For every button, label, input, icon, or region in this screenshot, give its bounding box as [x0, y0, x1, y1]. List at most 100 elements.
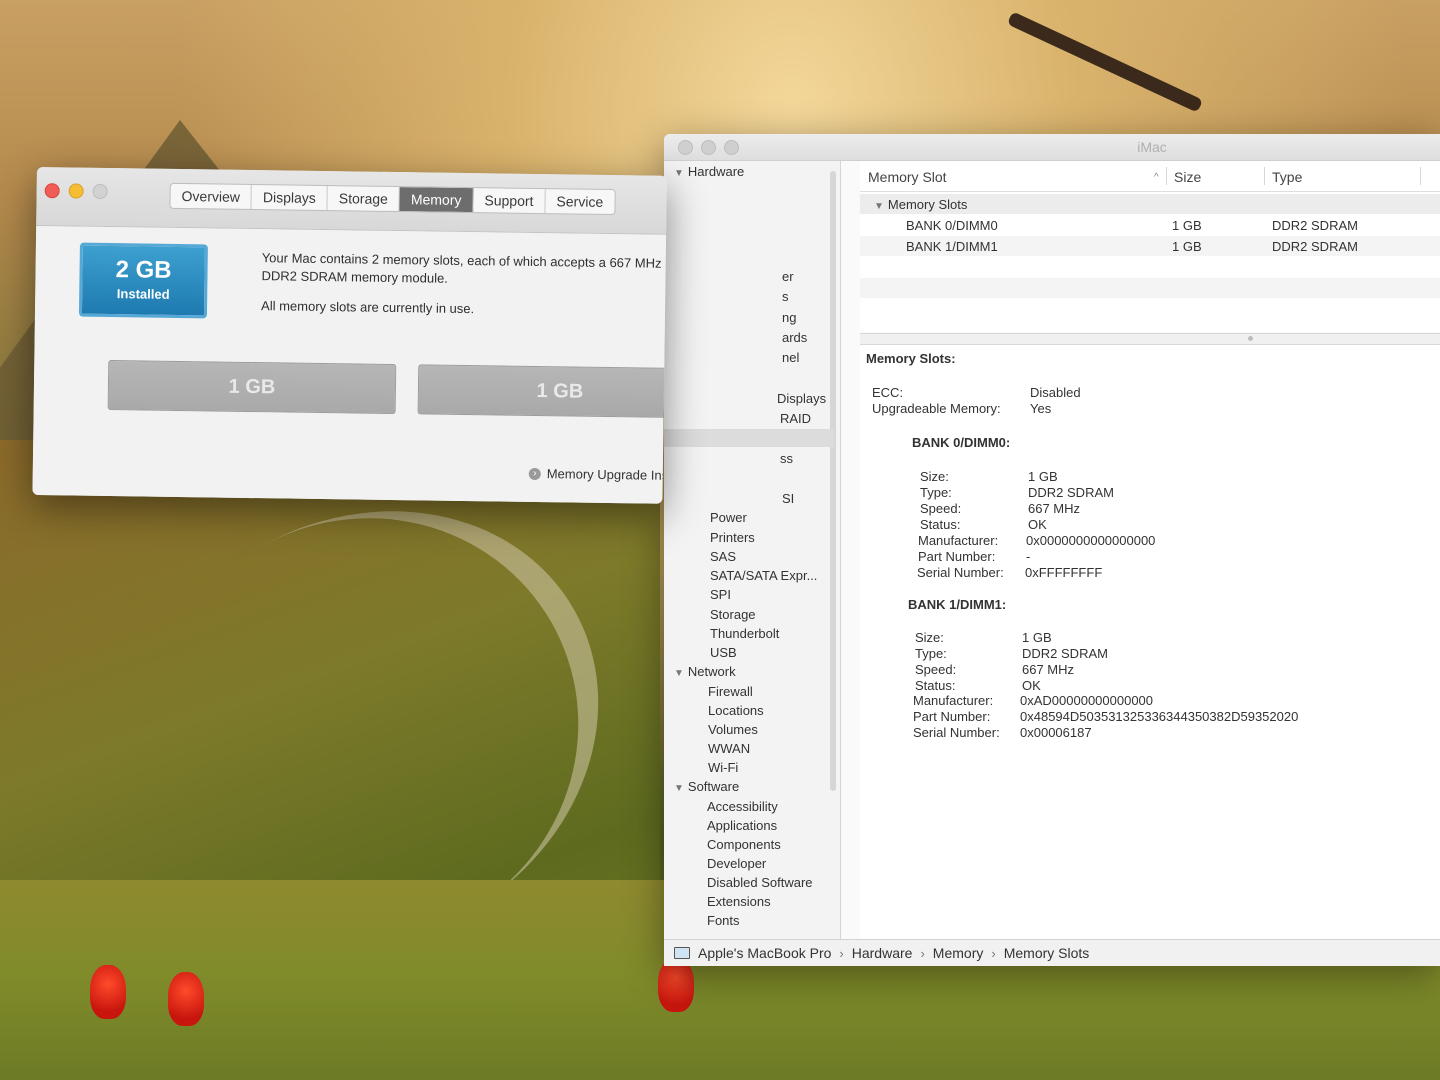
pane-splitter[interactable] — [860, 333, 1440, 345]
memory-slot-summary: Your Mac contains 2 memory slots, each o… — [261, 250, 662, 286]
sidebar-item-sata[interactable]: SATA/SATA Expr... — [710, 568, 817, 583]
memory-slot-1: 1 GB — [107, 360, 397, 415]
memory-installed-badge: 2 GB Installed — [78, 242, 208, 319]
bank-0-status: OK — [1028, 517, 1047, 532]
tab-service[interactable]: Service — [545, 189, 614, 214]
minimize-button[interactable] — [68, 183, 84, 199]
sidebar-item-wifi[interactable]: Wi-Fi — [708, 760, 738, 775]
tab-storage[interactable]: Storage — [327, 186, 401, 212]
upgradeable-value: Yes — [1030, 401, 1052, 416]
sidebar-item-wwan[interactable]: WWAN — [708, 741, 750, 756]
field-label: Size: — [920, 469, 949, 484]
sidebar-item-extensions[interactable]: Extensions — [707, 894, 771, 909]
column-divider[interactable] — [1420, 167, 1421, 185]
sidebar-item-thunderbolt[interactable]: Thunderbolt — [710, 626, 779, 641]
window-title: iMac — [1137, 139, 1167, 155]
arrow-right-circle-icon[interactable]: › — [528, 467, 541, 480]
column-divider[interactable] — [1264, 167, 1265, 185]
sidebar-item-spi[interactable]: SPI — [710, 587, 731, 602]
bank-0-speed: 667 MHz — [1028, 501, 1081, 516]
column-divider[interactable] — [1166, 167, 1167, 185]
bank-0-serial-number: 0xFFFFFFFF — [1025, 565, 1103, 580]
sidebar-item-disabled-software[interactable]: Disabled Software — [707, 875, 813, 890]
disclosure-triangle-icon[interactable]: ▼ — [674, 668, 684, 679]
sidebar-item[interactable]: er — [782, 269, 794, 284]
tab-displays[interactable]: Displays — [251, 185, 329, 211]
disclosure-triangle-icon[interactable]: ▼ — [674, 168, 684, 179]
field-label: Type: — [920, 485, 952, 500]
tab-memory[interactable]: Memory — [399, 187, 474, 213]
field-label: Manufacturer: — [913, 693, 994, 708]
wallpaper-branch — [1006, 11, 1204, 113]
sidebar-item-fonts[interactable]: Fonts — [707, 913, 740, 928]
sidebar-item[interactable]: nel — [782, 350, 799, 365]
wallpaper-flower — [168, 972, 204, 1026]
path-item[interactable]: Memory — [933, 945, 984, 961]
sidebar-group-network[interactable]: ▼ Network — [674, 664, 736, 679]
path-item[interactable]: Apple's MacBook Pro — [698, 945, 831, 961]
memory-upgrade-instructions-link[interactable]: › Memory Upgrade Instructions — [528, 466, 667, 484]
wallpaper-flower — [658, 958, 694, 1012]
sidebar-item-printers[interactable]: Printers — [710, 530, 755, 545]
sidebar-item[interactable]: s — [782, 289, 789, 304]
chevron-right-icon: › — [839, 945, 844, 961]
field-label: Serial Number: — [913, 725, 1000, 740]
table-group-row[interactable]: ▼ Memory Slots — [860, 194, 1440, 214]
system-information-window: iMac ▼ Hardware er s ng ards nel Displays… — [664, 134, 1440, 966]
zoom-button[interactable] — [92, 183, 108, 199]
column-header-type[interactable]: Type — [1272, 169, 1302, 185]
sidebar-item-components[interactable]: Components — [707, 837, 781, 852]
upgrade-link-label[interactable]: Memory Upgrade Instructions — [547, 466, 667, 483]
field-label: Serial Number: — [917, 565, 1004, 580]
splitter-handle[interactable] — [1248, 336, 1253, 341]
wallpaper-flower — [90, 965, 126, 1019]
sidebar-group-software[interactable]: ▼ Software — [674, 779, 739, 794]
ecc-value: Disabled — [1030, 385, 1081, 400]
sidebar-item-displays[interactable]: Displays — [777, 391, 826, 406]
sidebar-item[interactable]: SI — [782, 491, 794, 506]
table-row[interactable]: BANK 1/DIMM1 1 GB DDR2 SDRAM — [860, 236, 1440, 256]
sidebar-item-usb[interactable]: USB — [710, 645, 737, 660]
path-item[interactable]: Hardware — [852, 945, 913, 961]
sidebar-item[interactable]: ng — [782, 310, 796, 325]
sidebar-scrollbar[interactable] — [830, 171, 836, 791]
sidebar-item-developer[interactable]: Developer — [707, 856, 766, 871]
sidebar-group-hardware[interactable]: ▼ Hardware — [674, 164, 744, 179]
bank-1-status: OK — [1022, 678, 1041, 693]
bank-1-speed: 667 MHz — [1022, 662, 1075, 677]
sidebar-item-accessibility[interactable]: Accessibility — [707, 799, 778, 814]
sidebar-item[interactable]: ss — [780, 451, 793, 466]
tab-overview[interactable]: Overview — [170, 183, 253, 210]
field-label: Status: — [920, 517, 961, 532]
sidebar-item-volumes[interactable]: Volumes — [708, 722, 758, 737]
about-titlebar[interactable]: Overview Displays Storage Memory Support… — [36, 167, 667, 235]
cell-slot: BANK 1/DIMM1 — [906, 239, 998, 254]
sidebar-item-storage[interactable]: Storage — [710, 607, 756, 622]
column-header-size[interactable]: Size — [1174, 169, 1201, 185]
bank-0-heading: BANK 0/DIMM0: — [912, 435, 1011, 450]
sysinfo-titlebar[interactable]: iMac — [664, 134, 1440, 161]
chevron-right-icon: › — [991, 945, 996, 961]
column-header-memory-slot[interactable]: Memory Slot — [868, 169, 947, 185]
empty-row — [860, 299, 1440, 319]
disclosure-triangle-icon[interactable]: ▼ — [674, 783, 684, 794]
sidebar-item[interactable]: ards — [782, 330, 807, 345]
memory-slot-table: ▼ Memory Slots BANK 0/DIMM0 1 GB DDR2 SDR… — [860, 192, 1440, 332]
sidebar-item-firewall[interactable]: Firewall — [708, 684, 753, 699]
disclosure-triangle-icon[interactable]: ▼ — [874, 201, 884, 212]
window-controls — [44, 183, 108, 199]
memory-slot-usage: All memory slots are currently in use. — [260, 298, 475, 317]
table-row[interactable]: BANK 0/DIMM0 1 GB DDR2 SDRAM — [860, 215, 1440, 235]
sysinfo-sidebar: ▼ Hardware er s ng ards nel Displays RAID… — [664, 161, 841, 940]
sidebar-item-applications[interactable]: Applications — [707, 818, 777, 833]
detail-heading: Memory Slots: — [866, 351, 956, 366]
close-button[interactable] — [44, 183, 60, 199]
sysinfo-content: Memory Slot ^ Size Type ▼ Memory Slots BA… — [860, 161, 1440, 940]
sidebar-item-sas[interactable]: SAS — [710, 549, 736, 564]
sidebar-item-raid[interactable]: RAID — [780, 411, 811, 426]
path-item[interactable]: Memory Slots — [1004, 945, 1090, 961]
sidebar-item-power[interactable]: Power — [710, 510, 747, 525]
sidebar-item-locations[interactable]: Locations — [708, 703, 764, 718]
tab-support[interactable]: Support — [473, 188, 546, 214]
sort-ascending-icon[interactable]: ^ — [1154, 172, 1159, 183]
